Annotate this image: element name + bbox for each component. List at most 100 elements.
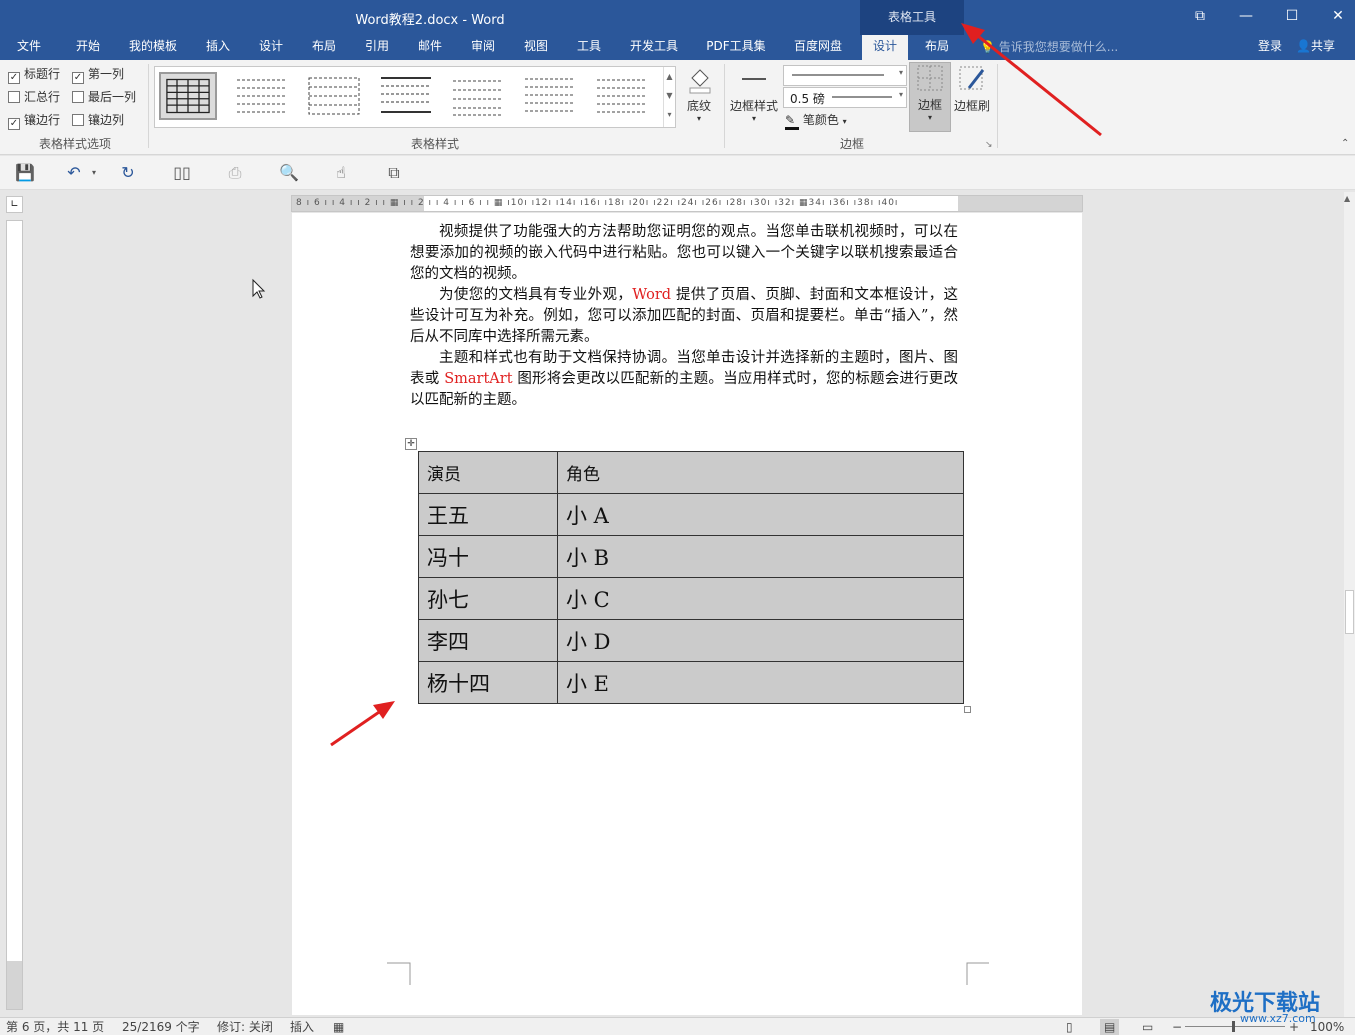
page-count[interactable]: 第 6 页，共 11 页 bbox=[6, 1019, 104, 1035]
scroll-up-icon[interactable]: ▲ bbox=[1344, 194, 1350, 203]
cell-role[interactable]: 小 E bbox=[557, 661, 964, 704]
table-style-3[interactable] bbox=[305, 72, 363, 120]
tab-references[interactable]: 引用 bbox=[355, 35, 399, 60]
cell-actor[interactable]: 孙七 bbox=[418, 577, 558, 620]
table-row[interactable]: 王五小 A bbox=[418, 493, 964, 536]
close-icon[interactable]: ✕ bbox=[1315, 0, 1355, 35]
checkbox-banded-columns[interactable]: 镶边列 bbox=[72, 112, 124, 128]
tab-pdf-tools[interactable]: PDF工具集 bbox=[698, 35, 774, 60]
table-style-4[interactable] bbox=[377, 72, 435, 120]
tab-file[interactable]: 文件 bbox=[8, 35, 50, 60]
read-mode-icon[interactable]: ▯▯ bbox=[172, 163, 192, 183]
macro-record-icon[interactable]: ▦ bbox=[333, 1019, 344, 1035]
title-bar: Word教程2.docx - Word 表格工具 ⧉ — ☐ ✕ bbox=[0, 0, 1355, 35]
table-row[interactable]: 杨十四小 E bbox=[418, 661, 964, 704]
table-move-handle-icon[interactable]: ✛ bbox=[405, 438, 417, 450]
cell-actor[interactable]: 王五 bbox=[418, 493, 558, 536]
tab-design[interactable]: 设计 bbox=[249, 35, 293, 60]
minimize-icon[interactable]: — bbox=[1223, 0, 1269, 35]
print-icon[interactable]: ⎙ bbox=[225, 163, 245, 183]
paint-bucket-icon bbox=[689, 69, 711, 94]
header-cell-role[interactable]: 角色 bbox=[557, 451, 964, 494]
tab-table-design[interactable]: 设计 bbox=[862, 35, 908, 60]
table-styles-gallery[interactable]: ▲ ▼ ▾ bbox=[154, 66, 676, 128]
table-row[interactable]: 孙七小 C bbox=[418, 577, 964, 620]
header-cell-actor[interactable]: 演员 bbox=[418, 451, 558, 494]
borders-button[interactable]: 边框 ▾ bbox=[909, 62, 951, 132]
cell-role[interactable]: 小 D bbox=[557, 619, 964, 662]
track-changes-status[interactable]: 修订: 关闭 bbox=[217, 1019, 273, 1035]
paragraph-3[interactable]: 主题和样式也有助于文档保持协调。当您单击设计并选择新的主题时，图片、图表或 Sm… bbox=[410, 348, 958, 411]
redo-icon[interactable]: ↻ bbox=[118, 163, 138, 183]
table-tools-context-label: 表格工具 bbox=[860, 0, 964, 35]
checkbox-header-row[interactable]: ✓ 标题行 bbox=[8, 66, 60, 84]
cell-actor[interactable]: 李四 bbox=[418, 619, 558, 662]
tab-mailings[interactable]: 邮件 bbox=[408, 35, 452, 60]
save-icon[interactable]: 💾 bbox=[15, 163, 35, 183]
cell-role[interactable]: 小 C bbox=[557, 577, 964, 620]
zoom-slider[interactable] bbox=[1185, 1026, 1285, 1027]
table-style-grid-selected[interactable] bbox=[159, 72, 217, 120]
tab-tools[interactable]: 工具 bbox=[567, 35, 611, 60]
shading-button[interactable]: 底纹 ▾ bbox=[680, 64, 718, 123]
undo-dropdown-icon[interactable]: ▾ bbox=[84, 163, 104, 183]
checkbox-total-row[interactable]: 汇总行 bbox=[8, 89, 60, 105]
insert-mode-status[interactable]: 插入 bbox=[290, 1019, 314, 1035]
web-layout-icon[interactable]: ▭ bbox=[1142, 1019, 1153, 1035]
group-label-style-options: 表格样式选项 bbox=[38, 137, 111, 151]
tab-table-layout[interactable]: 布局 bbox=[915, 35, 959, 60]
line-style-dropdown[interactable]: ▾ bbox=[783, 65, 907, 86]
checkbox-banded-rows[interactable]: ✓ 镶边行 bbox=[8, 112, 60, 130]
paragraph-1[interactable]: 视频提供了功能强大的方法帮助您证明您的观点。当您单击联机视频时，可以在想要添加的… bbox=[410, 222, 958, 285]
print-preview-icon[interactable]: 🔍 bbox=[279, 163, 299, 183]
read-view-icon[interactable]: ▯ bbox=[1066, 1019, 1073, 1035]
table-row[interactable]: 李四小 D bbox=[418, 619, 964, 662]
table-style-5[interactable] bbox=[449, 72, 507, 120]
vertical-ruler[interactable] bbox=[6, 220, 23, 1010]
zoom-slider-thumb[interactable] bbox=[1232, 1021, 1235, 1032]
word-count[interactable]: 25/2169 个字 bbox=[122, 1019, 200, 1035]
ribbon-display-options-icon[interactable]: ⧉ bbox=[1177, 0, 1223, 35]
actors-table[interactable]: 演员 角色 王五小 A 冯十小 B 孙七小 C 李四小 D 杨十四小 E bbox=[418, 451, 964, 704]
tab-my-templates[interactable]: 我的模板 bbox=[122, 35, 184, 60]
print-layout-icon[interactable]: ▤ bbox=[1100, 1019, 1120, 1035]
maximize-icon[interactable]: ☐ bbox=[1269, 0, 1315, 35]
tab-baidu-netdisk[interactable]: 百度网盘 bbox=[785, 35, 851, 60]
border-styles-button[interactable]: 边框样式 ▾ bbox=[728, 64, 780, 123]
tab-layout[interactable]: 布局 bbox=[302, 35, 346, 60]
line-weight-dropdown[interactable]: 0.5 磅 ▾ bbox=[783, 87, 907, 108]
person-icon: 👤 bbox=[1296, 39, 1311, 53]
tab-review[interactable]: 审阅 bbox=[461, 35, 505, 60]
collapse-ribbon-icon[interactable]: ⌃ bbox=[1341, 138, 1349, 149]
zoom-out-icon[interactable]: − bbox=[1172, 1019, 1182, 1035]
tab-view[interactable]: 视图 bbox=[514, 35, 558, 60]
table-style-6[interactable] bbox=[521, 72, 579, 120]
vertical-scrollbar[interactable]: ▲ bbox=[1344, 192, 1355, 1017]
undo-icon[interactable]: ↶ bbox=[64, 163, 84, 183]
cell-actor[interactable]: 杨十四 bbox=[418, 661, 558, 704]
cell-role[interactable]: 小 B bbox=[557, 535, 964, 578]
customize-icon[interactable]: ⧉ bbox=[384, 163, 404, 183]
horizontal-ruler[interactable]: 8 ı 6 ı ı 4 ı ı 2 ı ı ▦ ı ı 2 ı ı 4 ı ı … bbox=[291, 195, 1083, 212]
touch-mode-icon[interactable]: ☝ bbox=[331, 163, 351, 183]
pen-icon: ✎ bbox=[785, 113, 799, 130]
share-button[interactable]: 👤共享 bbox=[1296, 35, 1335, 58]
paragraph-2[interactable]: 为使您的文档具有专业外观，Word 提供了页眉、页脚、封面和文本框设计，这些设计… bbox=[410, 285, 958, 348]
table-row[interactable]: 冯十小 B bbox=[418, 535, 964, 578]
table-header-row[interactable]: 演员 角色 bbox=[418, 451, 964, 494]
checkbox-last-column[interactable]: 最后一列 bbox=[72, 89, 136, 105]
login-link[interactable]: 登录 bbox=[1258, 35, 1282, 58]
tab-developer[interactable]: 开发工具 bbox=[622, 35, 686, 60]
table-style-2[interactable] bbox=[233, 72, 291, 120]
table-style-7[interactable] bbox=[593, 72, 651, 120]
tab-insert[interactable]: 插入 bbox=[196, 35, 240, 60]
gallery-scroll-arrows[interactable]: ▲ ▼ ▾ bbox=[663, 67, 675, 127]
cell-role[interactable]: 小 A bbox=[557, 493, 964, 536]
scrollbar-thumb[interactable] bbox=[1345, 590, 1354, 634]
cell-actor[interactable]: 冯十 bbox=[418, 535, 558, 578]
pen-color-button[interactable]: ✎ 笔颜色 ▾ bbox=[785, 111, 847, 130]
tab-home[interactable]: 开始 bbox=[66, 35, 110, 60]
tab-selector-icon[interactable]: ∟ bbox=[6, 196, 23, 213]
checkbox-first-column[interactable]: ✓ 第一列 bbox=[72, 66, 124, 84]
table-resize-handle[interactable] bbox=[964, 706, 971, 713]
